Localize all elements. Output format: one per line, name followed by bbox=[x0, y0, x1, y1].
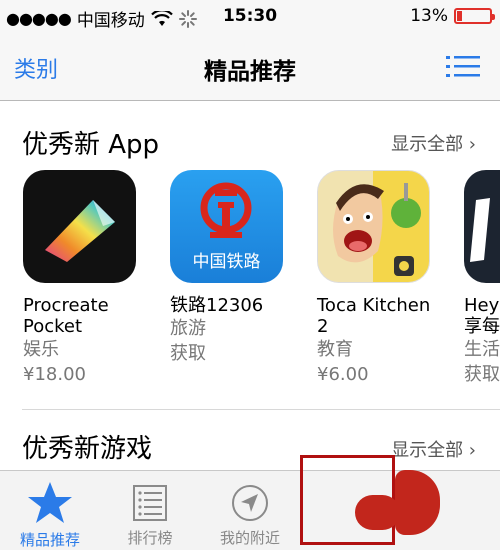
battery-icon bbox=[454, 8, 495, 24]
tab-rankings[interactable]: 排行榜 bbox=[100, 471, 200, 548]
chevron-right-icon: › bbox=[463, 134, 476, 155]
app-category: 教育 bbox=[317, 339, 353, 360]
app-price: 获取 bbox=[170, 343, 206, 364]
battery-percent: 13% bbox=[410, 6, 448, 26]
procreate-icon bbox=[23, 170, 136, 283]
list-icon[interactable] bbox=[446, 52, 480, 82]
tab-label: 精品推荐 bbox=[19, 531, 80, 549]
status-right: 13% bbox=[410, 6, 495, 26]
nav-bar: 类别 精品推荐 bbox=[0, 34, 500, 101]
highlight-arrow bbox=[355, 495, 400, 530]
location-icon bbox=[232, 485, 268, 521]
app-category: 旅游 bbox=[170, 318, 206, 339]
section-title-new-games: 优秀新游戏 bbox=[22, 434, 153, 464]
section-title-new-apps: 优秀新 App bbox=[22, 130, 160, 160]
app-name: Heye 享每 bbox=[464, 295, 500, 337]
ranking-icon bbox=[133, 485, 167, 521]
railway-icon: 中国铁路 bbox=[170, 170, 283, 283]
app-card-procreate[interactable]: Procreate Pocket 娱乐 ¥18.00 bbox=[23, 170, 153, 385]
app-card-partial[interactable]: Heye 享每 生活 获取 bbox=[464, 170, 500, 385]
see-all-new-games[interactable]: 显示全部 › bbox=[391, 436, 476, 462]
tab-nearby[interactable]: 我的附近 bbox=[200, 471, 300, 548]
app-category: 娱乐 bbox=[23, 339, 59, 360]
tab-label: 我的附近 bbox=[219, 529, 280, 547]
page-title: 精品推荐 bbox=[204, 59, 296, 85]
app-card-toca[interactable]: Toca Kitchen 2 教育 ¥6.00 bbox=[317, 170, 447, 385]
app-name: Toca Kitchen 2 bbox=[317, 295, 431, 337]
see-all-label: 显示全部 bbox=[391, 440, 464, 461]
see-all-label: 显示全部 bbox=[391, 134, 464, 155]
see-all-new-apps[interactable]: 显示全部 › bbox=[391, 130, 476, 156]
app-name: 铁路12306 bbox=[170, 295, 264, 316]
app-category: 生活 bbox=[464, 339, 500, 360]
tab-label: 排行榜 bbox=[127, 529, 173, 547]
status-bar: ●●●●● 中国移动 15:30 13% bbox=[0, 0, 500, 34]
railway-icon-text: 中国铁路 bbox=[192, 252, 261, 272]
app-price: ¥18.00 bbox=[23, 364, 86, 385]
app-price: 获取 bbox=[464, 364, 500, 385]
app-card-railway[interactable]: 中国铁路 铁路12306 旅游 获取 bbox=[170, 170, 300, 364]
tab-featured[interactable]: 精品推荐 bbox=[0, 471, 100, 550]
partial-app-icon bbox=[464, 170, 500, 283]
star-icon bbox=[28, 482, 72, 523]
chevron-right-icon: › bbox=[463, 440, 476, 461]
toca-icon bbox=[317, 170, 430, 283]
section-divider bbox=[22, 409, 500, 410]
app-price: ¥6.00 bbox=[317, 364, 369, 385]
app-name: Procreate Pocket bbox=[23, 295, 109, 337]
